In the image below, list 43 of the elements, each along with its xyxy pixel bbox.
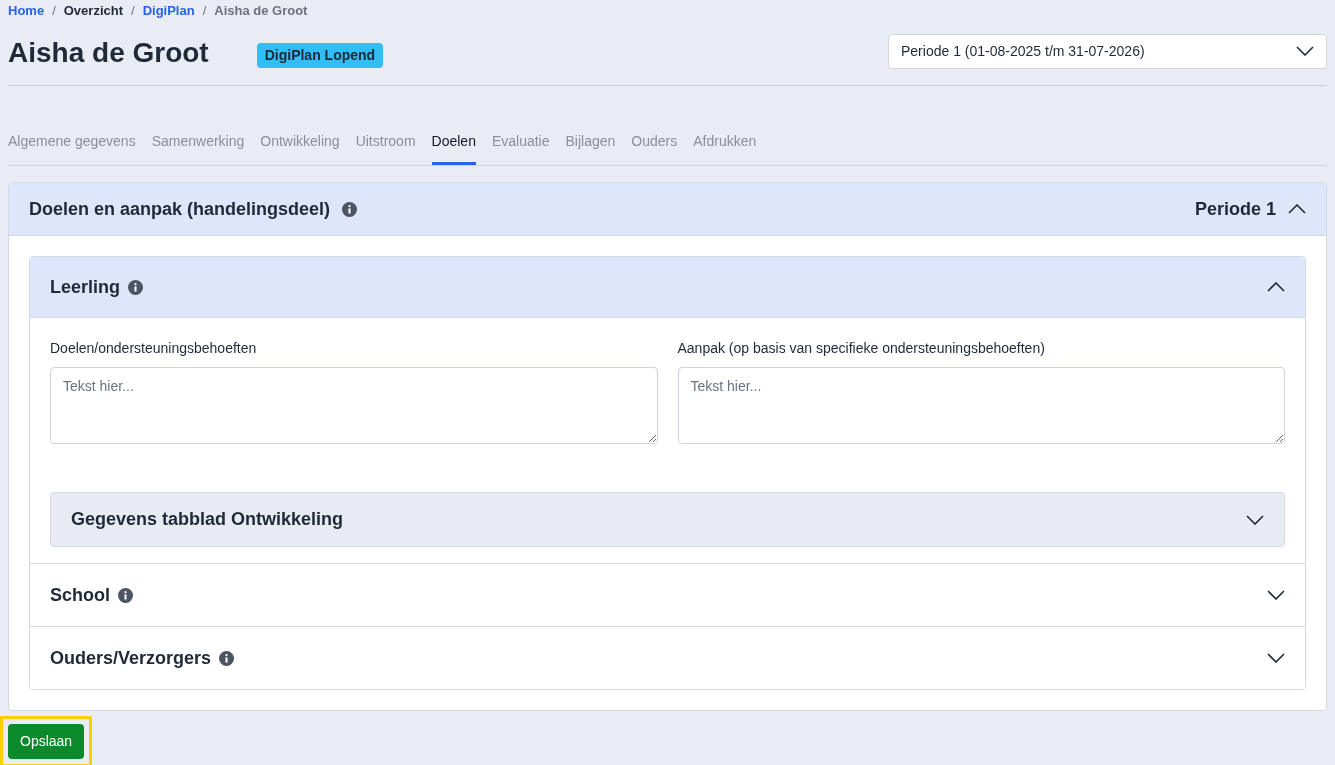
breadcrumb-link[interactable]: DigiPlan [142, 1, 195, 21]
tab[interactable]: Afdrukken [693, 117, 757, 165]
chevron-down-icon [1246, 514, 1264, 525]
subsection-header[interactable]: Gegevens tabblad Ontwikkeling [50, 492, 1285, 547]
field-label: Doelen/ondersteuningsbehoeften [50, 339, 258, 358]
chevron-up-icon [1288, 204, 1306, 214]
info-icon[interactable] [118, 587, 133, 603]
info-icon[interactable] [342, 201, 358, 217]
breadcrumb-link[interactable]: Home [8, 1, 45, 21]
section-title: School [50, 583, 110, 607]
tab[interactable]: Ontwikkeling [260, 117, 340, 165]
tab[interactable]: Algemene gegevens [8, 117, 136, 165]
tab[interactable]: Uitstroom [355, 117, 416, 165]
breadcrumb-item: Aisha de Groot [214, 2, 308, 21]
tab[interactable]: Samenwerking [151, 117, 245, 165]
page-title: Aisha de Groot [8, 35, 209, 70]
tab[interactable]: Doelen [431, 117, 476, 165]
card-title: Doelen en aanpak (handelingsdeel) [29, 197, 331, 221]
tab[interactable]: Ouders [631, 117, 678, 165]
text-area[interactable]: Tekst hier... [50, 367, 658, 444]
chevron-down-icon [1267, 590, 1285, 600]
info-icon[interactable] [128, 279, 143, 295]
subsection-title: Gegevens tabblad Ontwikkeling [71, 508, 344, 531]
section-title: Ouders/Verzorgers [50, 646, 212, 670]
breadcrumb-separator: / [202, 2, 207, 21]
card-header[interactable]: Doelen en aanpak (handelingsdeel) Periode 1 [9, 183, 1326, 236]
period-label: Periode 1 [1194, 197, 1276, 221]
info-icon[interactable] [219, 650, 235, 666]
tab[interactable]: Evaluatie [491, 117, 550, 165]
period-select[interactable]: Periode 1 (01-08-2025 t/m 31-07-2026) [888, 33, 1327, 69]
save-button[interactable]: Opslaan [8, 724, 85, 759]
chevron-up-icon [1267, 282, 1285, 292]
breadcrumb-separator: / [131, 2, 135, 21]
text-area[interactable]: Tekst hier... [677, 367, 1285, 444]
chevron-down-icon [1267, 653, 1285, 663]
breadcrumb-separator: / [52, 2, 56, 21]
tab[interactable]: Bijlagen [565, 117, 616, 165]
section-title: Leerling [50, 275, 120, 299]
breadcrumb-item: Overzicht [63, 2, 123, 21]
section-header[interactable]: Leerling [30, 257, 1305, 318]
field-label: Aanpak (op basis van specifieke ondersteuningsbehoeften) [677, 339, 1046, 358]
status-badge: DigiPlan Lopend [256, 43, 384, 68]
chevron-down-icon [1296, 46, 1314, 56]
